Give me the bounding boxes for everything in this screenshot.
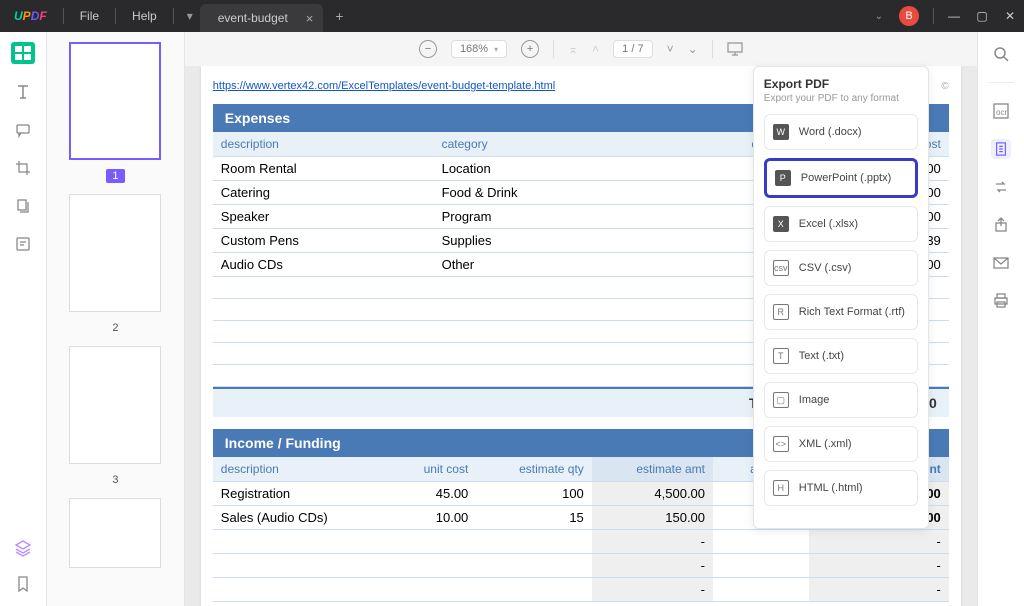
format-icon: H xyxy=(773,480,789,496)
page-thumbnail-1[interactable] xyxy=(69,42,161,160)
export-option-word[interactable]: WWord (.docx) xyxy=(764,114,918,150)
share-icon[interactable] xyxy=(991,215,1011,235)
window-close[interactable]: ✕ xyxy=(996,9,1024,23)
page-thumbnail-3[interactable] xyxy=(69,346,161,464)
export-option-powerpoint[interactable]: PPowerPoint (.pptx) xyxy=(764,158,918,198)
export-title: Export PDF xyxy=(764,77,918,91)
search-icon[interactable] xyxy=(991,44,1011,64)
last-page-icon[interactable]: ⌄ xyxy=(688,42,698,56)
form-icon[interactable] xyxy=(13,234,33,254)
document-toolbar: − 168%▾ + ⌅ ˄ 1 / 7 ˅ ⌄ xyxy=(185,32,977,66)
svg-text:ocr: ocr xyxy=(996,108,1007,117)
page-thumbnail-2[interactable] xyxy=(69,194,161,312)
new-tab-button[interactable]: + xyxy=(323,8,355,24)
page-thumbnail-4[interactable] xyxy=(69,498,161,568)
document-tab[interactable]: event-budget × xyxy=(200,4,324,32)
bookmark-icon[interactable] xyxy=(13,574,33,594)
copyright-mark: © xyxy=(941,81,948,92)
title-bar: UPDF File Help ▾ event-budget × + ⌄ B — … xyxy=(0,0,1024,32)
zoom-value[interactable]: 168%▾ xyxy=(451,40,507,58)
print-icon[interactable] xyxy=(991,291,1011,311)
export-option-csv[interactable]: csvCSV (.csv) xyxy=(764,250,918,286)
app-logo: UPDF xyxy=(0,9,61,23)
convert-icon[interactable] xyxy=(991,177,1011,197)
export-icon[interactable] xyxy=(991,139,1011,159)
layers-icon[interactable] xyxy=(13,538,33,558)
format-icon: W xyxy=(773,124,789,140)
export-option-image[interactable]: ▢Image xyxy=(764,382,918,418)
zoom-in-button[interactable]: + xyxy=(521,40,539,58)
left-tool-rail xyxy=(0,32,47,606)
zoom-out-button[interactable]: − xyxy=(419,40,437,58)
titlebar-dropdown[interactable]: ⌄ xyxy=(867,11,891,22)
thumb-label-3: 3 xyxy=(112,474,118,486)
thumb-label-1: 1 xyxy=(106,169,124,183)
first-page-icon[interactable]: ⌅ xyxy=(568,42,578,56)
export-option-excel[interactable]: XExcel (.xlsx) xyxy=(764,206,918,242)
pages-icon[interactable] xyxy=(13,196,33,216)
export-option-xml[interactable]: <>XML (.xml) xyxy=(764,426,918,462)
format-icon: ▢ xyxy=(773,392,789,408)
prev-page-icon[interactable]: ˄ xyxy=(592,42,599,56)
menu-help[interactable]: Help xyxy=(118,9,171,23)
format-icon: P xyxy=(775,170,791,186)
format-icon: <> xyxy=(773,436,789,452)
thumbnail-panel: 1 2 3 xyxy=(47,32,185,606)
window-maximize[interactable]: ▢ xyxy=(968,9,996,23)
export-option-rich[interactable]: RRich Text Format (.rtf) xyxy=(764,294,918,330)
format-icon: X xyxy=(773,216,789,232)
export-pdf-panel: Export PDF Export your PDF to any format… xyxy=(753,66,929,529)
user-avatar[interactable]: B xyxy=(899,6,919,26)
comment-icon[interactable] xyxy=(13,120,33,140)
export-subtitle: Export your PDF to any format xyxy=(764,93,918,104)
format-icon: csv xyxy=(773,260,789,276)
right-tool-rail: ocr xyxy=(977,32,1024,606)
export-option-text[interactable]: TText (.txt) xyxy=(764,338,918,374)
next-page-icon[interactable]: ˅ xyxy=(667,42,674,56)
tab-title: event-budget xyxy=(218,11,288,25)
menu-file[interactable]: File xyxy=(66,9,113,23)
presentation-icon[interactable] xyxy=(727,42,743,56)
tab-close-button[interactable]: × xyxy=(306,11,314,26)
window-minimize[interactable]: — xyxy=(940,9,968,23)
crop-icon[interactable] xyxy=(13,158,33,178)
page-indicator[interactable]: 1 / 7 xyxy=(613,40,652,58)
format-icon: R xyxy=(773,304,789,320)
text-tool-icon[interactable] xyxy=(13,82,33,102)
thumbnails-icon[interactable] xyxy=(11,42,35,64)
template-link[interactable]: https://www.vertex42.com/ExcelTemplates/… xyxy=(213,80,555,92)
email-icon[interactable] xyxy=(991,253,1011,273)
export-option-html[interactable]: HHTML (.html) xyxy=(764,470,918,506)
ocr-icon[interactable]: ocr xyxy=(991,101,1011,121)
format-icon: T xyxy=(773,348,789,364)
tab-list-toggle[interactable]: ▾ xyxy=(180,9,200,23)
thumb-label-2: 2 xyxy=(112,322,118,334)
